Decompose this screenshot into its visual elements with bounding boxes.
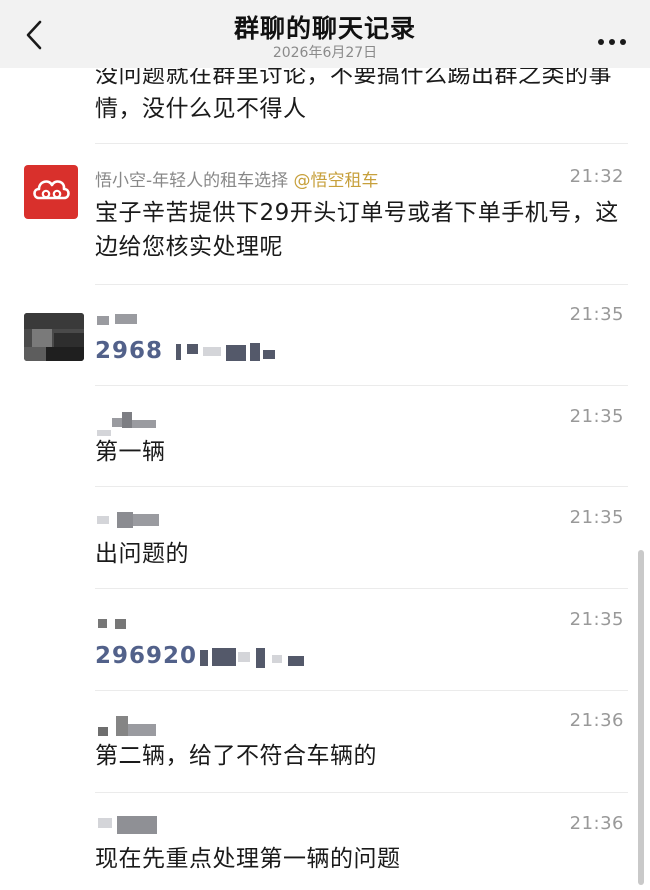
message-text: 第一辆 xyxy=(95,439,166,465)
message-time: 21:35 xyxy=(569,304,624,325)
message-text: 没问题就在群里讨论，不要搞什么踢出群之类的事情，没什么见不得人 xyxy=(95,62,612,122)
scrollbar[interactable] xyxy=(638,550,644,885)
message-time: 21:32 xyxy=(569,166,624,187)
divider xyxy=(95,385,628,386)
message-text: 出问题的 xyxy=(95,541,189,567)
mention-tag[interactable]: @悟空租车 xyxy=(294,171,379,191)
message-time: 21:35 xyxy=(569,406,624,427)
divider xyxy=(95,690,628,691)
sender-name: 悟小空-年轻人的租车选择 @悟空租车 xyxy=(95,166,379,191)
avatar[interactable] xyxy=(24,165,78,219)
message-text: 第二辆，给了不符合车辆的 xyxy=(95,743,377,769)
divider xyxy=(95,143,628,144)
more-icon xyxy=(598,30,631,49)
message-text: 宝子辛苦提供下29开头订单号或者下单手机号，这边给您核实处理呢 xyxy=(95,200,619,260)
page-title: 群聊的聊天记录 xyxy=(233,14,416,43)
divider xyxy=(95,588,628,589)
message-text: 现在先重点处理第一辆的问题 xyxy=(95,846,401,872)
message-text: 2968 xyxy=(95,338,164,364)
cloud-logo-icon xyxy=(33,180,70,200)
divider xyxy=(95,792,628,793)
divider xyxy=(95,284,628,285)
chat-history-list[interactable]: 没问题就在群里讨论，不要搞什么踢出群之类的事情，没什么见不得人 悟小空-年轻人的… xyxy=(0,0,650,890)
message-time: 21:35 xyxy=(569,507,624,528)
page-subtitle-date: 2026年6月27日 xyxy=(272,45,378,61)
message-time: 21:35 xyxy=(569,609,624,630)
message-time: 21:36 xyxy=(569,813,624,834)
more-button[interactable] xyxy=(598,30,632,45)
sender-name-text: 悟小空-年轻人的租车选择 xyxy=(95,171,289,191)
divider xyxy=(95,486,628,487)
top-nav-bar: 群聊的聊天记录 2026年6月27日 xyxy=(0,0,650,68)
avatar[interactable] xyxy=(24,313,84,361)
message-time: 21:36 xyxy=(569,710,624,731)
message-text: 296920 xyxy=(95,643,198,669)
